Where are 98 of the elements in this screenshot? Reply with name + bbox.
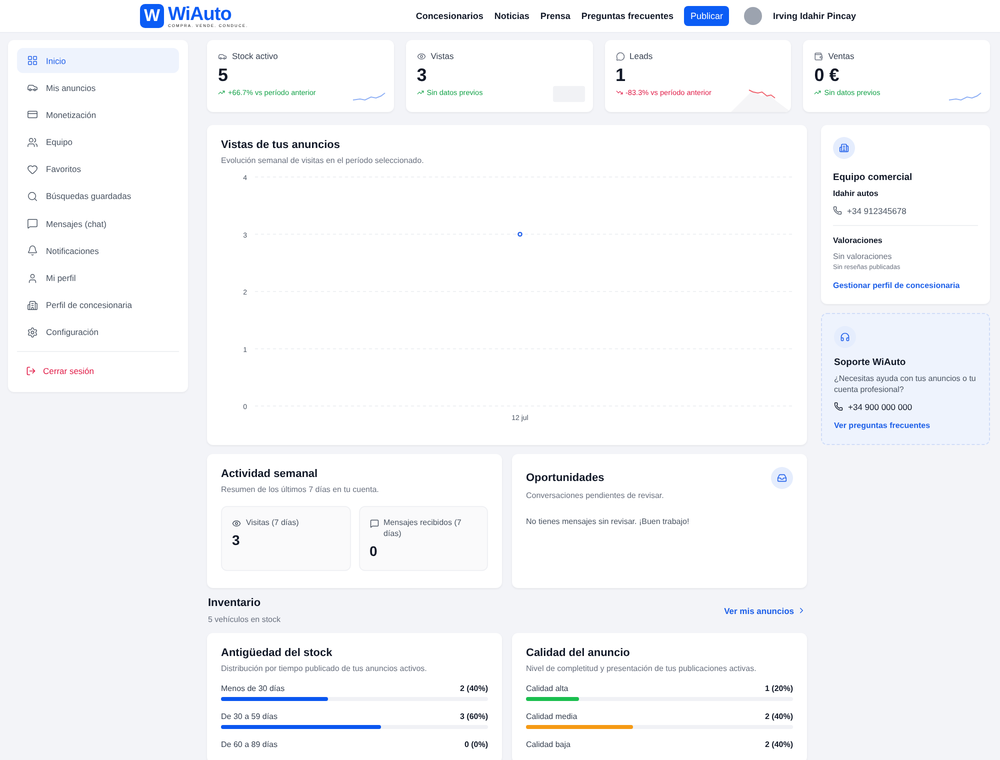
card-title: Soporte WiAuto [834,356,907,368]
headphones-icon [834,326,856,348]
bar-label: Menos de 30 días [221,684,285,693]
sidebar-icon [27,272,38,284]
sidebar-icon [27,326,38,338]
card-subtitle: Distribución por tiempo publicado de tus anuncios activos. [221,664,428,673]
card-subtitle: Resumen de los últimos 7 días en tu cuenta. [221,485,380,494]
sidebar-icon [27,218,38,230]
bar-label: Calidad baja [526,740,570,749]
sidebar-icon [27,109,38,120]
manage-profile-link[interactable]: Gestionar perfil de concesionaria [833,280,978,292]
kpi-label: Leads [630,51,653,61]
ratings-title: Valoraciones [833,234,884,246]
card-title: Vistas de tus anuncios [221,139,342,151]
sidebar-icon [27,164,38,175]
stat-icon [370,519,378,528]
sidebar-icon [27,245,38,256]
data-point [518,232,522,237]
bar-value: 0 (0%) [464,740,488,749]
faq-link[interactable]: Ver preguntas frecuentes [834,420,977,432]
kpi-label: Ventas [828,51,854,61]
stat-label: Visitas (7 días) [246,517,299,528]
sidebar-item[interactable]: Perfil de concesionaria [17,292,179,318]
sidebar-item[interactable]: Mi perfil [17,266,179,290]
card-title: Antigüedad del stock [221,647,334,659]
kpi-icon [416,52,426,60]
sidebar-item[interactable]: Notificaciones [17,238,179,264]
sidebar-item[interactable]: Monetización [17,102,179,128]
card-subtitle: Conversaciones pendientes de revisar. [526,491,665,500]
phone-number: +34 900 000 000 [848,402,912,412]
bar-value: 1 (20%) [764,684,793,693]
sidebar-icon [27,55,38,66]
logo-mark[interactable]: W [140,4,164,28]
sidebar-icon [27,300,38,311]
bar-label: Calidad media [526,712,578,721]
kpi-label: Vistas [430,51,454,61]
kpi-icon [814,52,824,60]
kpi-value: 3 [416,65,428,86]
trend-icon [814,89,822,96]
kpi-value: 1 [616,65,627,86]
section-title: Inventario [208,597,262,609]
sidebar-item[interactable]: Mis anuncios [17,75,179,100]
ratings-text: Sin valoraciones [833,251,893,263]
logout-link[interactable]: Cerrar sesión [17,358,179,384]
trend-icon [416,89,424,96]
card-subtitle: Nivel de completitud y presentación de tus publicaciones activas. [526,664,758,673]
chevron-right-icon [797,606,806,615]
trend-icon [218,89,225,96]
section-subtitle: 5 vehículos en stock [208,615,280,624]
bar-value: 2 (40%) [764,712,793,721]
card-title: Calidad del anuncio [526,647,631,659]
sidebar-item[interactable]: Configuración [17,320,179,345]
bar-value: 2 (40%) [460,684,488,693]
bar-value: 3 (60%) [460,712,488,721]
view-listings-link[interactable]: Ver mis anuncios [724,606,806,616]
sidebar-icon [27,136,38,148]
sidebar-item[interactable]: Mensajes (chat) [17,211,179,236]
kpi-icon [616,52,624,60]
card-title: Oportunidades [526,472,604,484]
inbox-icon [771,467,793,489]
kpi-value: 5 [218,65,230,86]
bar-label: Calidad alta [526,684,568,693]
stat-value: 0 [370,543,378,560]
nav-link[interactable]: Concesionarios [416,11,484,21]
card-title: Equipo comercial [833,172,914,183]
building-icon [833,137,855,159]
phone-icon [834,402,843,412]
phone-number: +34 912345678 [847,206,906,216]
logo-name[interactable]: WiAuto [168,4,248,24]
sidebar-item[interactable]: Favoritos [17,156,179,182]
logout-icon [26,366,36,376]
kpi-label: Stock activo [232,51,278,61]
support-text: ¿Necesitas ayuda con tus anuncios o tu cuenta profesional? [834,372,977,396]
card-title: Actividad semanal [221,468,319,480]
bar-label: De 60 a 89 días [221,740,278,749]
sidebar-item[interactable]: Equipo [17,130,179,155]
stat-icon [232,519,241,528]
stat-label: Mensajes recibidos (7 días) [384,517,462,540]
trend-icon [616,89,622,96]
phone-icon [833,206,842,216]
user-name[interactable]: Irving Idahir Pincay [772,11,856,21]
sidebar-item[interactable]: Búsquedas guardadas [17,184,179,209]
empty-message: No tienes mensajes sin revisar. ¡Buen trabajo! [526,517,690,526]
bar-label: De 30 a 59 días [221,712,278,721]
kpi-value: 0 € [814,65,840,86]
sidebar-item[interactable]: Inicio [17,48,179,73]
avatar[interactable] [744,7,762,25]
stat-value: 3 [232,532,241,548]
sidebar-icon [27,190,38,202]
nav-link[interactable]: Noticias [494,11,530,21]
kpi-icon [218,52,227,60]
dealer-name: Idahir autos [833,188,880,200]
sidebar-icon [27,82,38,94]
nav-link[interactable]: Prensa [540,11,570,21]
publish-button[interactable]: Publicar [684,6,729,26]
bar-value: 2 (40%) [764,740,793,749]
nav-link[interactable]: Preguntas frecuentes [581,11,674,21]
card-subtitle: Evolución semanal de visitas en el período seleccionado. [221,156,425,165]
